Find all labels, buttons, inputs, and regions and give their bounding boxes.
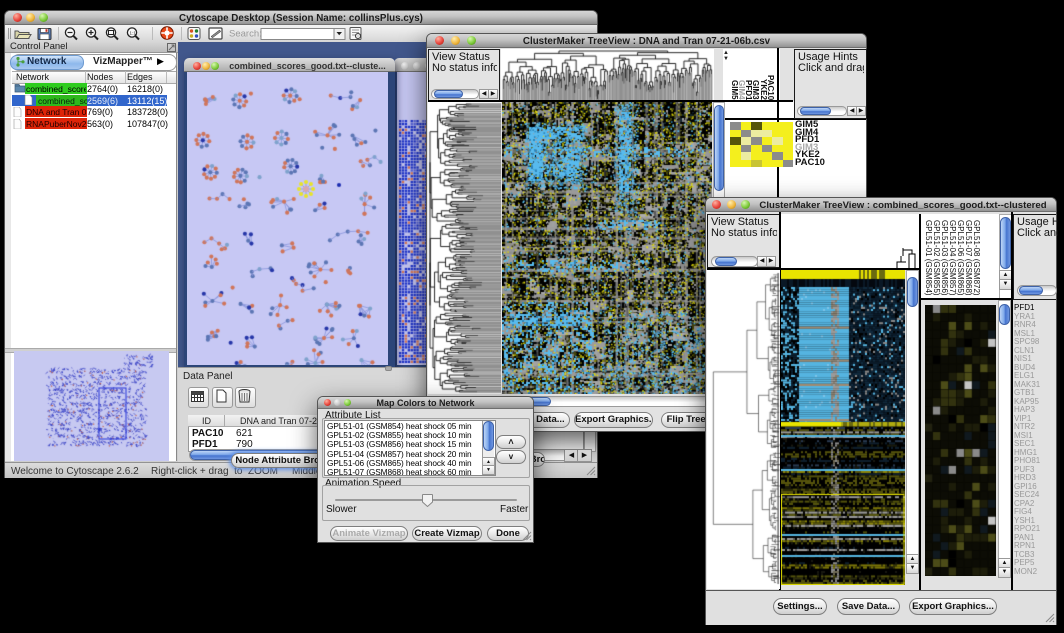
svg-text:Search:: Search: bbox=[229, 29, 262, 40]
svg-text:1:1: 1:1 bbox=[130, 31, 137, 36]
